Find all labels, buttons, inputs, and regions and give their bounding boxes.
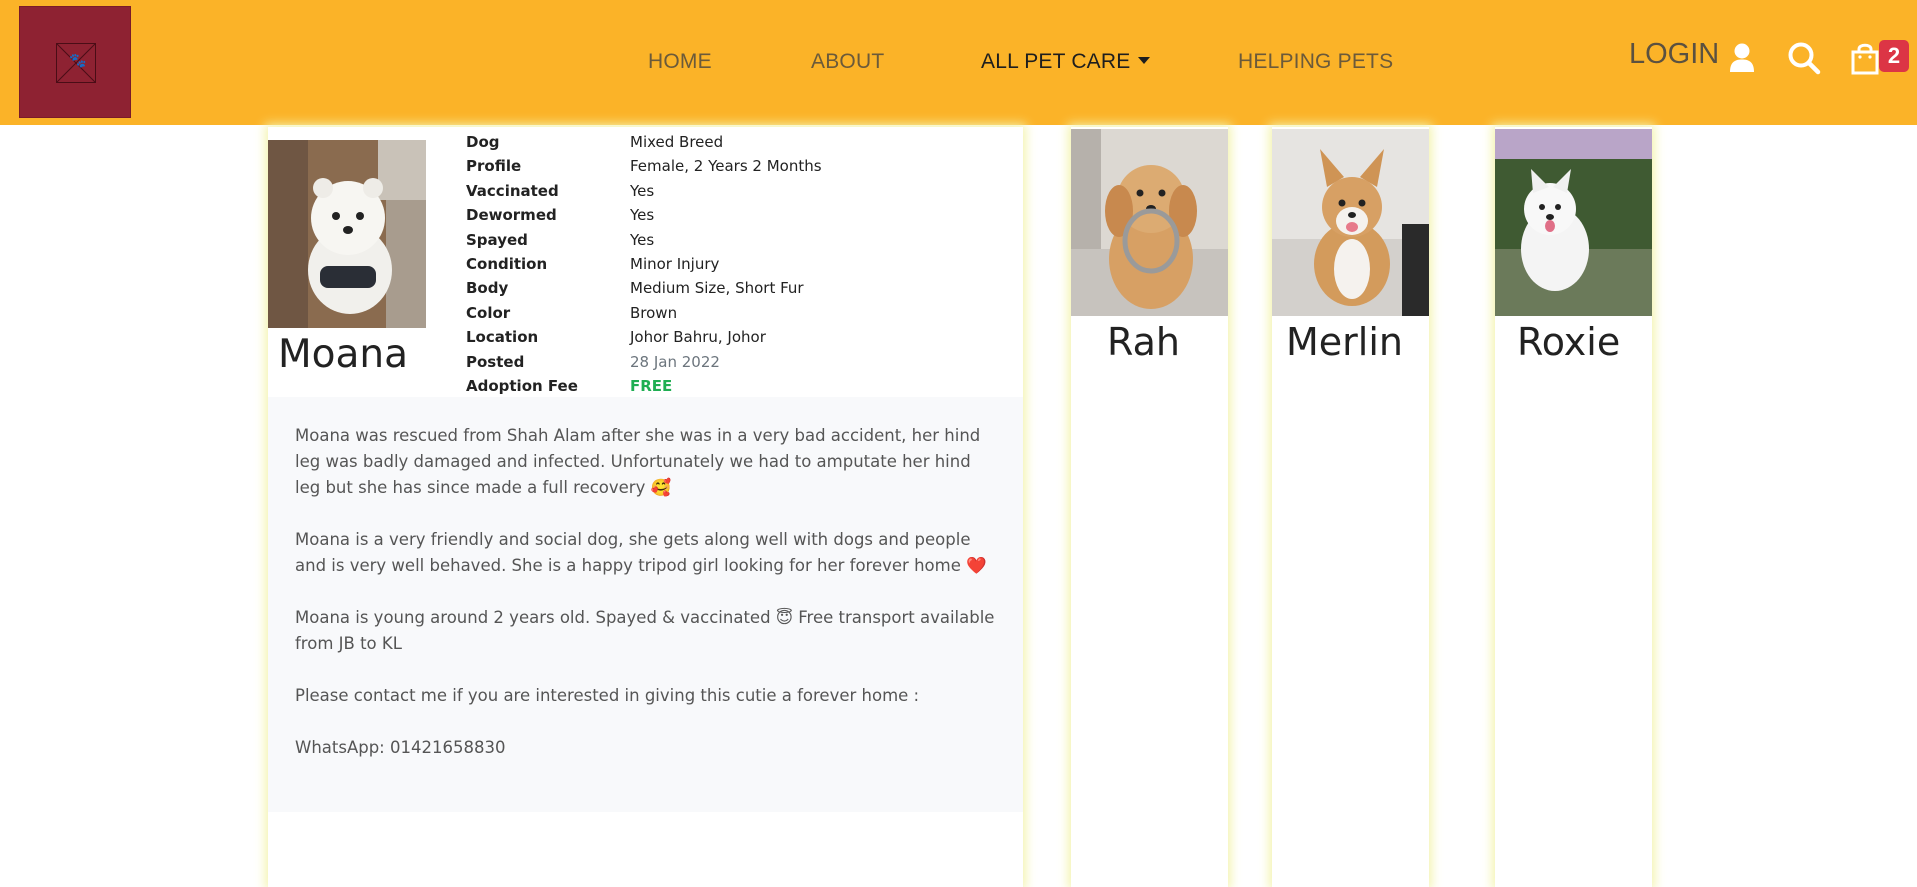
- navbar: 🐾 HOME ABOUT ALL PET CARE HELPING PETS L…: [0, 0, 1917, 125]
- info-value: Johor Bahru, Johor: [630, 328, 766, 347]
- info-value: Yes: [630, 230, 655, 249]
- info-row-body: Body Medium Size, Short Fur: [466, 276, 822, 300]
- info-value: Minor Injury: [630, 255, 720, 274]
- shopping-bag-icon[interactable]: [1850, 41, 1880, 75]
- pet-photo-roxie[interactable]: [1495, 129, 1652, 316]
- description-paragraph: Please contact me if you are interested …: [295, 686, 920, 705]
- description-paragraph: Moana is young around 2 years old. Spaye…: [295, 608, 995, 653]
- posted-date: 28 Jan 2022: [630, 352, 720, 371]
- nav-all-pet-care-dropdown[interactable]: ALL PET CARE: [981, 50, 1151, 74]
- info-label: Profile: [466, 157, 522, 176]
- paw-icon: 🐾: [69, 53, 87, 69]
- info-label: Location: [466, 328, 539, 347]
- description-paragraph: Moana was rescued from Shah Alam after s…: [295, 426, 981, 497]
- pet-detail-card: Moana Dog Mixed Breed Profile Female, 2 …: [268, 127, 1023, 887]
- pet-name-merlin[interactable]: Merlin: [1286, 320, 1403, 364]
- pet-card-merlin[interactable]: Merlin: [1272, 127, 1429, 887]
- info-label: Condition: [466, 255, 548, 274]
- info-row-dog: Dog Mixed Breed: [466, 130, 822, 154]
- info-row-location: Location Johor Bahru, Johor: [466, 325, 822, 349]
- info-value: Mixed Breed: [630, 133, 724, 151]
- nav-about[interactable]: ABOUT: [811, 50, 884, 74]
- info-row-posted: Posted 28 Jan 2022: [466, 350, 822, 374]
- info-value: Brown: [630, 303, 678, 322]
- description-paragraph: Moana is a very friendly and social dog,…: [295, 530, 987, 575]
- pet-name-roxie[interactable]: Roxie: [1517, 320, 1620, 364]
- login-link[interactable]: LOGIN: [1629, 38, 1719, 71]
- pet-card-roxie[interactable]: Roxie: [1495, 127, 1652, 887]
- info-value: Yes: [630, 181, 655, 200]
- info-row-dewormed: Dewormed Yes: [466, 203, 822, 227]
- nav-all-pet-care-label: ALL PET CARE: [981, 50, 1131, 73]
- pet-info-table: Dog Mixed Breed Profile Female, 2 Years …: [466, 130, 822, 398]
- info-value: Medium Size, Short Fur: [630, 279, 804, 298]
- nav-helping-pets[interactable]: HELPING PETS: [1238, 50, 1393, 74]
- info-value: Female, 2 Years 2 Months: [630, 157, 822, 176]
- pet-description: Moana was rescued from Shah Alam after s…: [268, 397, 1023, 812]
- info-label: Spayed: [466, 230, 528, 249]
- whatsapp-contact: WhatsApp: 01421658830: [295, 738, 506, 757]
- info-label: Adoption Fee: [466, 377, 578, 396]
- pet-photo-rah[interactable]: [1071, 129, 1228, 316]
- info-value: Yes: [630, 206, 655, 225]
- info-label: Posted: [466, 352, 525, 371]
- pet-name: Moana: [278, 332, 409, 377]
- info-row-color: Color Brown: [466, 301, 822, 325]
- pet-name-rah[interactable]: Rah: [1107, 320, 1180, 364]
- info-row-spayed: Spayed Yes: [466, 228, 822, 252]
- search-icon[interactable]: [1787, 41, 1821, 75]
- info-label: Vaccinated: [466, 181, 559, 200]
- info-label: Dog: [466, 133, 500, 151]
- info-label: Body: [466, 279, 509, 298]
- site-logo[interactable]: 🐾: [19, 6, 131, 118]
- pet-card-rah[interactable]: Rah: [1071, 127, 1228, 887]
- info-label: Color: [466, 303, 511, 322]
- caret-down-icon: [1138, 57, 1151, 64]
- info-row-profile: Profile Female, 2 Years 2 Months: [466, 154, 822, 178]
- cart-count-badge: 2: [1879, 40, 1909, 72]
- adoption-fee-value: FREE: [630, 377, 673, 396]
- info-row-adoption-fee: Adoption Fee FREE: [466, 374, 822, 398]
- pet-photo-merlin[interactable]: [1272, 129, 1429, 316]
- info-row-vaccinated: Vaccinated Yes: [466, 179, 822, 203]
- info-row-condition: Condition Minor Injury: [466, 252, 822, 276]
- info-label: Dewormed: [466, 206, 557, 225]
- logo-frame: 🐾: [56, 43, 96, 83]
- nav-home[interactable]: HOME: [648, 50, 712, 74]
- pet-photo-moana: [268, 140, 426, 328]
- user-icon[interactable]: [1728, 42, 1756, 72]
